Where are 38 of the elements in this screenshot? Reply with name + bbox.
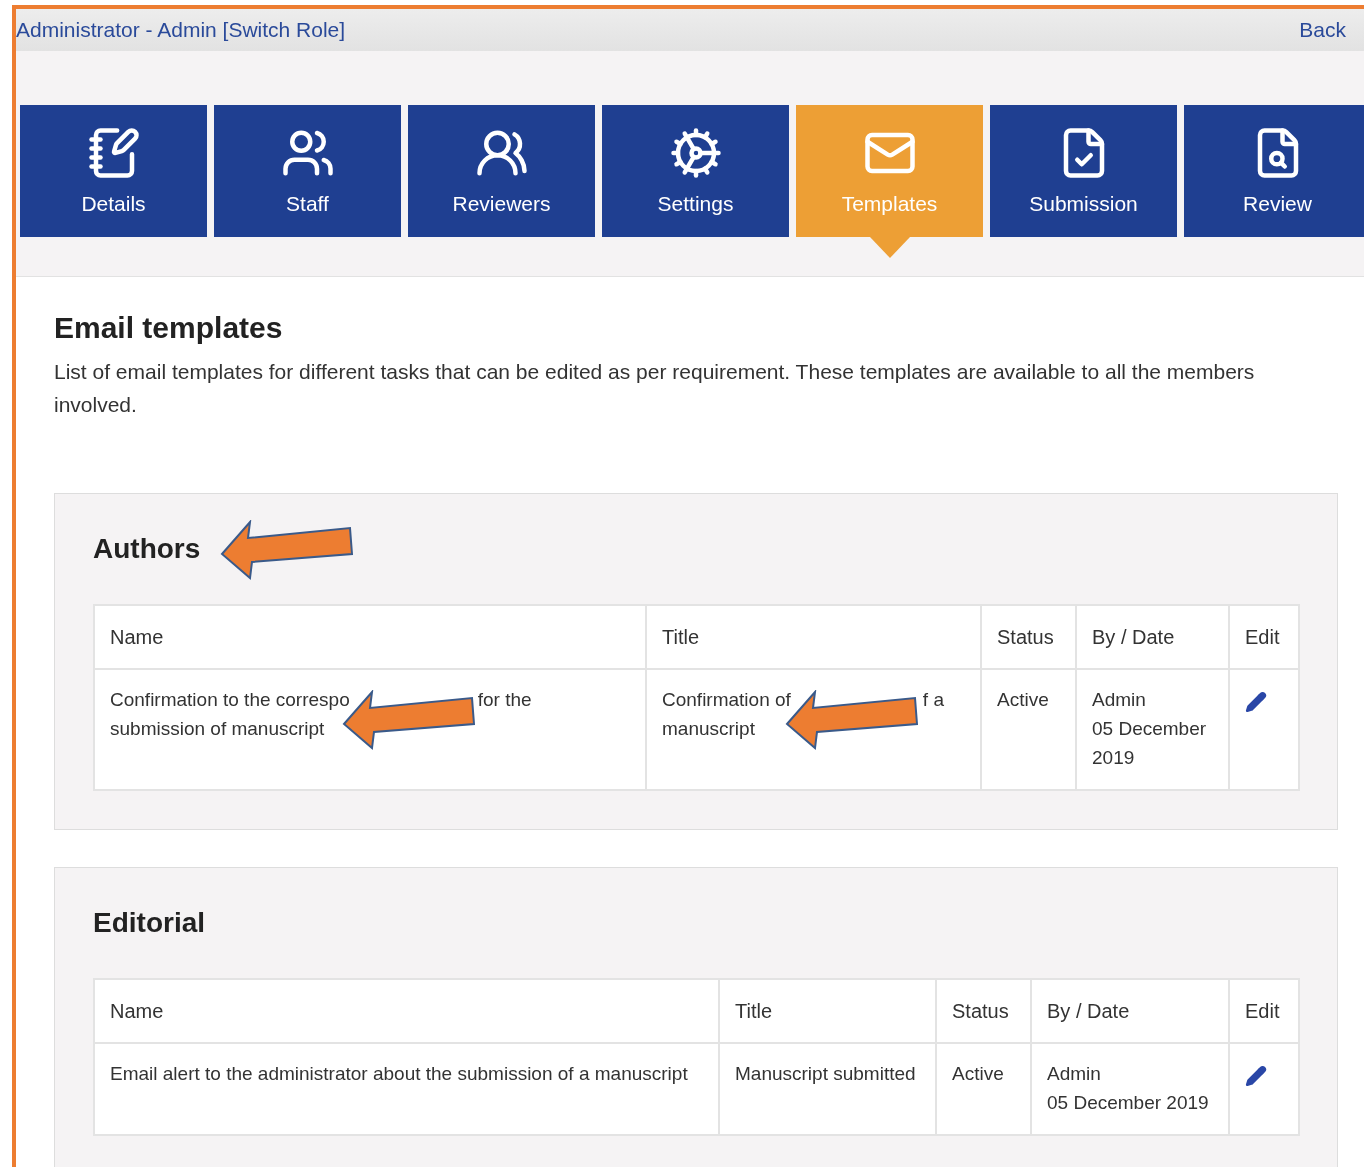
- date-text: 05 December 2019: [1047, 1092, 1209, 1113]
- status-cell: Active: [981, 669, 1076, 790]
- name-text: submission of manuscript: [110, 718, 325, 739]
- nav-tab[interactable]: Review: [1184, 105, 1364, 237]
- column-header: Title: [646, 605, 981, 669]
- column-header: Name: [94, 605, 646, 669]
- nav-tab[interactable]: Staff: [214, 105, 401, 237]
- title-text: Confirmation of: [662, 689, 791, 710]
- name-cell: Email alert to the administrator about the submission of a manuscript: [94, 1043, 719, 1135]
- column-header: Status: [936, 979, 1031, 1043]
- name-text: for the: [477, 689, 532, 710]
- tab-icon: [86, 126, 141, 180]
- page-title: Email templates: [54, 311, 284, 345]
- author-text: Admin: [1047, 1062, 1102, 1086]
- column-header: Title: [719, 979, 936, 1043]
- nav-tab[interactable]: Settings: [602, 105, 789, 237]
- title-text: manuscript: [662, 718, 755, 739]
- column-header: Name: [94, 979, 719, 1043]
- nav-tab[interactable]: Submission: [990, 105, 1177, 237]
- title-cell: Manuscript submitted: [719, 1043, 936, 1135]
- column-header: Edit: [1229, 605, 1299, 669]
- back-link[interactable]: Back: [1299, 18, 1346, 42]
- role-text: Administrator - Admin [Switch Role]: [16, 18, 346, 42]
- author-text: Admin: [1092, 688, 1147, 712]
- status-cell: Active: [936, 1043, 1031, 1135]
- column-header: Status: [981, 605, 1076, 669]
- title-text: f a: [922, 689, 944, 710]
- date-text: 05 December 2019: [1092, 718, 1207, 768]
- tab-icon: [668, 126, 723, 180]
- nav-tab[interactable]: Details: [20, 105, 207, 237]
- page-description: List of email templates for different tasks that can be edited as per requirement. These templates are available to all the members involved.: [54, 359, 1256, 418]
- section-title: Authors: [93, 533, 201, 565]
- column-header: By / Date: [1076, 605, 1229, 669]
- nav-tab[interactable]: Reviewers: [408, 105, 595, 237]
- column-header: Edit: [1229, 979, 1299, 1043]
- column-header: By / Date: [1031, 979, 1229, 1043]
- name-text: Confirmation to the correspo: [110, 689, 350, 710]
- section-title: Editorial: [93, 907, 205, 939]
